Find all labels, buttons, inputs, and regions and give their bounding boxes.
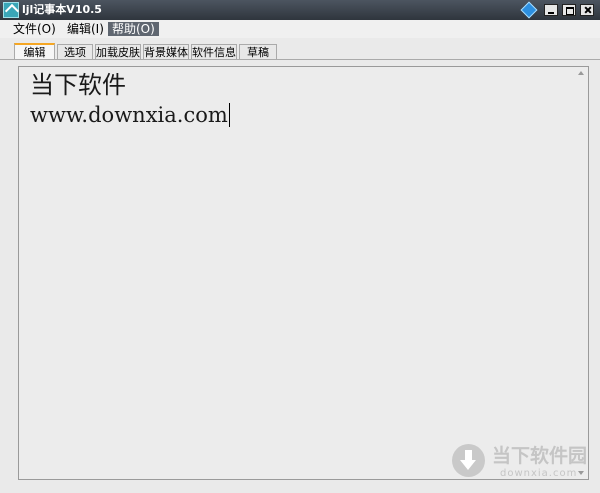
editor-line: www.downxia.com xyxy=(30,103,228,127)
editor-line-with-caret: www.downxia.com xyxy=(30,102,230,128)
watermark-name: 当下软件园 xyxy=(492,445,588,467)
text-caret xyxy=(228,103,230,127)
tab-edit[interactable]: 编辑 xyxy=(14,43,55,60)
editor-line: 当下软件 xyxy=(30,71,126,99)
tab-load-skin[interactable]: 加载皮肤 xyxy=(95,44,141,59)
menu-file[interactable]: 文件(O) xyxy=(9,22,60,36)
download-arrow-icon xyxy=(452,444,485,477)
title-bar: ljl记事本V10.5 xyxy=(0,0,600,20)
text-editor[interactable]: 当下软件 www.downxia.com xyxy=(18,66,589,480)
vertical-scrollbar[interactable] xyxy=(577,70,586,476)
tab-draft[interactable]: 草稿 xyxy=(239,44,277,59)
close-button[interactable] xyxy=(580,4,594,16)
maximize-button[interactable] xyxy=(562,4,576,16)
skin-gem-icon[interactable] xyxy=(520,1,538,19)
app-icon xyxy=(3,2,19,18)
tab-divider xyxy=(0,59,600,60)
watermark-logo: 当下软件园 downxia.com xyxy=(452,442,592,480)
window-title: ljl记事本V10.5 xyxy=(22,3,102,16)
tab-software-info[interactable]: 软件信息 xyxy=(191,44,237,59)
minimize-button[interactable] xyxy=(544,4,558,16)
menu-help[interactable]: 帮助(O) xyxy=(108,22,159,36)
watermark-url: downxia.com xyxy=(500,468,578,479)
tab-options[interactable]: 选项 xyxy=(57,44,93,59)
tab-bar: 编辑 选项 加载皮肤 背景媒体 软件信息 草稿 xyxy=(0,38,600,60)
menu-bar: 文件(O) 编辑(I) 帮助(O) xyxy=(0,20,600,38)
tab-background-media[interactable]: 背景媒体 xyxy=(143,44,189,59)
menu-edit[interactable]: 编辑(I) xyxy=(63,22,108,36)
scroll-up-arrow-icon[interactable] xyxy=(578,71,584,75)
